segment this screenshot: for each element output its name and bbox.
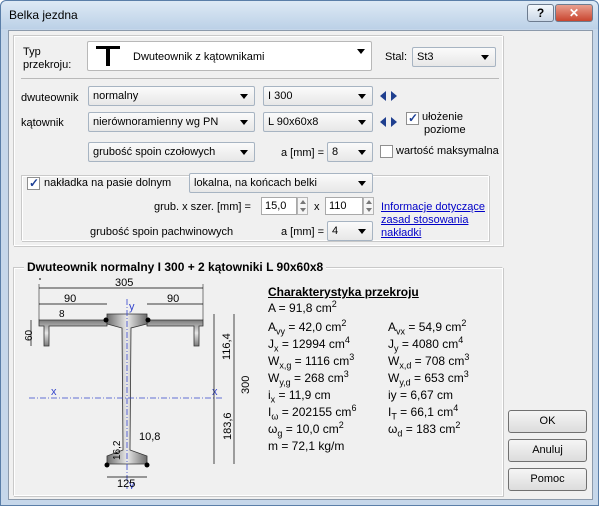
dim-116: 116,4 [221, 333, 233, 360]
dim-90-left: 90 [64, 293, 76, 305]
katownik-size-select[interactable]: L 90x60x8 [263, 112, 373, 132]
prop-m: m = 72,1 kg/m [268, 439, 345, 453]
nakladka-mode-value: lokalna, na końcach belki [194, 177, 317, 189]
window-title: Belka jezdna [9, 8, 78, 22]
ok-button[interactable]: OK [508, 410, 587, 433]
prop-Iw: Iω = 202155 cm6 [268, 403, 357, 422]
cancel-button[interactable]: Anuluj [508, 439, 587, 462]
steel-select[interactable]: St3 [412, 47, 496, 67]
prop-IT: IT = 66,1 cm4 [388, 403, 459, 422]
dialog-window: Belka jezdna ? ✕ Typ przekroju: Dwuteown… [0, 0, 599, 506]
pach-select[interactable]: 4 [327, 221, 373, 241]
type-label-2: przekroju: [23, 59, 72, 71]
close-button[interactable]: ✕ [555, 4, 593, 22]
prop-Jy: Jy = 4080 cm4 [388, 335, 464, 354]
prop-Jx: Jx = 12994 cm4 [268, 335, 350, 354]
max-checkbox[interactable] [380, 145, 393, 158]
info-link-3[interactable]: nakładki [381, 227, 421, 239]
prop-Wxg: Wx,g = 1116 cm3 [268, 352, 355, 371]
katownik-size-value: L 90x60x8 [268, 116, 319, 128]
divider [21, 78, 499, 79]
nakladka-label: nakładka na pasie dolnym [44, 177, 175, 189]
szer-input[interactable]: 110 [325, 197, 363, 215]
info-link-2[interactable]: zasad stosowania [381, 214, 468, 226]
next-arrow-icon[interactable] [391, 91, 397, 101]
dwuteownik-kind-value: normalny [93, 90, 139, 102]
a-value: 8 [332, 146, 339, 158]
x-label: x [314, 201, 320, 213]
grub-label: grub. x szer. [mm] = [154, 201, 251, 213]
i-beam-icon [96, 46, 120, 66]
section-drawing: y y x x 305 90 90 60 8 300 116,4 183,6 1… [24, 277, 252, 489]
next-arrow-icon[interactable] [391, 117, 397, 127]
dwuteownik-nav [380, 91, 400, 101]
dim-16-2: 16,2 [112, 440, 123, 460]
nakladka-checkbox[interactable] [27, 176, 40, 190]
ulozenie-checkbox[interactable] [406, 111, 419, 125]
prev-arrow-icon[interactable] [380, 117, 386, 127]
ulozenie-label: ułożenie [422, 111, 463, 123]
dwuteownik-kind-select[interactable]: normalny [88, 86, 255, 106]
prop-wg: ωg = 10,0 cm2 [268, 420, 344, 439]
dim-305: 305 [115, 277, 133, 289]
katownik-kind-select[interactable]: nierównoramienny wg PN [88, 112, 255, 132]
prop-A: A = 91,8 cm2 [268, 299, 337, 316]
dim-90-right: 90 [167, 293, 179, 305]
help-button[interactable]: Pomoc [508, 468, 587, 491]
ulozenie-label-2: poziome [424, 124, 466, 136]
prop-iy: iy = 6,67 cm [388, 388, 454, 402]
prop-Wxd: Wx,d = 708 cm3 [388, 352, 470, 371]
dim-300: 300 [240, 376, 252, 394]
dim-125: 125 [117, 478, 135, 489]
dim-60: 60 [24, 329, 35, 341]
type-label: Typ [23, 46, 41, 58]
a-value-select[interactable]: 8 [327, 142, 373, 162]
section-type-value: Dwuteownik z kątownikami [133, 51, 265, 63]
grub-spinner[interactable] [297, 197, 308, 215]
axis-x-label: x [51, 386, 57, 398]
max-label: wartość maksymalna [396, 145, 499, 157]
axis-y-label: y [129, 301, 135, 313]
section-type-select[interactable]: Dwuteownik z kątownikami [87, 41, 372, 71]
prev-arrow-icon[interactable] [380, 91, 386, 101]
help-title-button[interactable]: ? [527, 4, 554, 22]
dwuteownik-size-value: I 300 [268, 90, 293, 102]
dim-8: 8 [59, 309, 65, 320]
info-link-1[interactable]: Informacje dotyczące [381, 201, 485, 213]
section-title: Dwuteownik normalny I 300 + 2 kątowniki … [24, 260, 327, 274]
prop-ix: ix = 11,9 cm [268, 388, 331, 405]
katownik-label: kątownik [21, 117, 64, 129]
grub-input[interactable]: 15,0 [261, 197, 297, 215]
prop-Wyg: Wy,g = 268 cm3 [268, 369, 349, 388]
nakladka-mode-select[interactable]: lokalna, na końcach belki [189, 173, 373, 193]
katownik-kind-value: nierównoramienny wg PN [93, 116, 219, 128]
steel-label: Stal: [385, 51, 408, 63]
pach-a-label: a [mm] = [281, 226, 325, 238]
pach-label: grubość spoin pachwinowych [90, 226, 234, 238]
title-bar: Belka jezdna ? ✕ [1, 1, 598, 29]
dwuteownik-size-select[interactable]: I 300 [263, 86, 373, 106]
pach-value: 4 [332, 225, 339, 237]
axis-x-label-right: x [212, 386, 218, 398]
szer-spinner[interactable] [363, 197, 374, 215]
katownik-nav [380, 117, 400, 127]
a-label: a [mm] = [281, 147, 325, 159]
prop-Avx: Avx = 54,9 cm2 [388, 318, 467, 337]
char-title: Charakterystyka przekroju [268, 285, 419, 299]
prop-Wyd: Wy,d = 653 cm3 [388, 369, 469, 388]
spoina-type-value: grubość spoin czołowych [93, 146, 216, 158]
steel-select-value: St3 [417, 51, 434, 63]
dim-10-8: 10,8 [139, 431, 160, 443]
dialog-body: Typ przekroju: Dwuteownik z kątownikami … [8, 30, 593, 500]
prop-Avy: Avy = 42,0 cm2 [268, 318, 347, 337]
prop-wd: ωd = 183 cm2 [388, 420, 461, 439]
dwuteownik-label: dwuteownik [21, 92, 79, 104]
dim-183: 183,6 [222, 412, 234, 440]
spoina-type-select[interactable]: grubość spoin czołowych [88, 142, 255, 162]
